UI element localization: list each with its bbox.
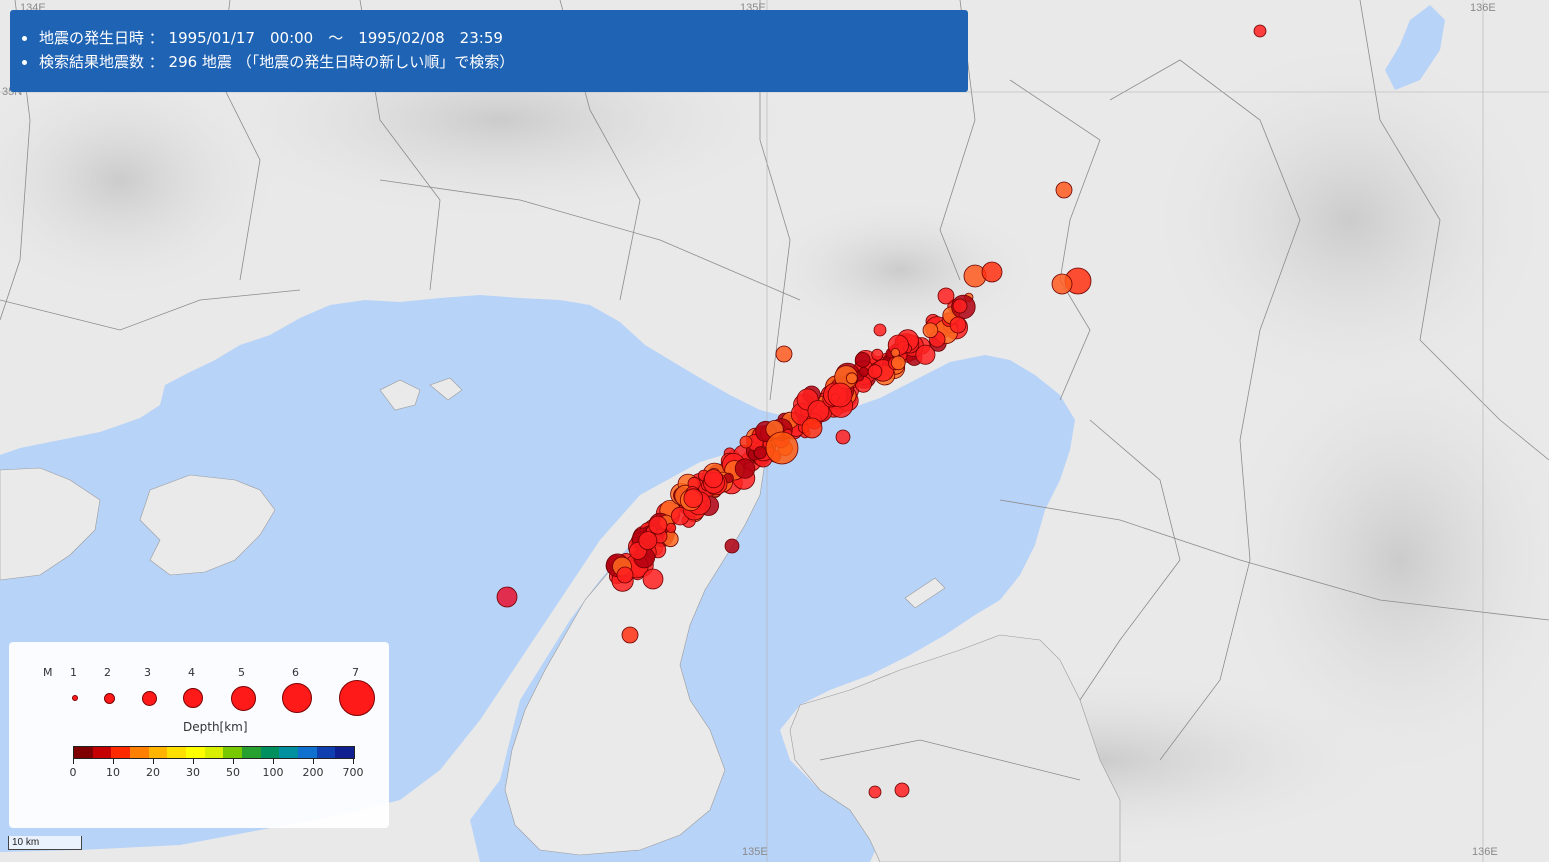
depth-tick-label-700: 700 — [342, 766, 364, 779]
magnitude-circle-5 — [230, 685, 256, 711]
bullet-icon — [22, 35, 27, 41]
earthquake-marker[interactable] — [890, 355, 906, 371]
depth-tick-label-50: 50 — [226, 766, 240, 779]
depth-tick — [113, 759, 114, 764]
earthquake-marker[interactable] — [621, 626, 639, 644]
earthquake-marker[interactable] — [704, 469, 724, 489]
earthquake-marker[interactable] — [765, 431, 799, 465]
earthquake-marker[interactable] — [739, 435, 753, 449]
earthquake-marker[interactable] — [871, 348, 884, 361]
depth-tick — [273, 759, 274, 764]
magnitude-value-6: 6 — [292, 666, 299, 679]
earthquake-marker[interactable] — [981, 261, 1003, 283]
earthquake-marker[interactable] — [638, 531, 658, 550]
depth-color-swatch — [74, 747, 93, 758]
earthquake-marker[interactable] — [775, 345, 793, 363]
depth-color-swatch — [204, 747, 224, 758]
date-range-row: 地震の発生日時 ： 1995/01/17 00:00 ～ 1995/02/08 … — [22, 26, 968, 50]
depth-color-swatch — [111, 747, 131, 758]
depth-color-bar — [73, 746, 355, 759]
earthquake-marker[interactable] — [937, 287, 955, 305]
earthquake-marker[interactable] — [642, 568, 664, 590]
depth-tick-label-20: 20 — [146, 766, 160, 779]
depth-tick — [313, 759, 314, 764]
earthquake-marker[interactable] — [867, 364, 883, 379]
magnitude-circle-7 — [339, 680, 375, 716]
magnitude-value-1: 1 — [70, 666, 77, 679]
depth-color-swatch — [279, 747, 299, 758]
date-range-text: 地震の発生日時 ： 1995/01/17 00:00 ～ 1995/02/08 … — [39, 29, 503, 47]
earthquake-marker[interactable] — [801, 417, 823, 439]
earthquake-marker[interactable] — [496, 586, 518, 608]
depth-tick-label-100: 100 — [262, 766, 284, 779]
depth-color-swatch — [242, 747, 261, 758]
depth-color-swatch — [335, 747, 355, 758]
earthquake-marker[interactable] — [858, 366, 869, 377]
earthquake-marker[interactable] — [724, 538, 740, 554]
earthquake-marker[interactable] — [854, 351, 871, 368]
map-legend: M 1 2 3 4 5 6 7 Depth[km] 0 10 20 30 50 100 200 700 — [9, 642, 389, 828]
depth-tick — [193, 759, 194, 764]
depth-tick-label-0: 0 — [69, 766, 77, 779]
depth-color-swatch — [223, 747, 243, 758]
earthquake-marker[interactable] — [868, 785, 882, 799]
depth-tick-label-10: 10 — [106, 766, 120, 779]
earthquake-marker[interactable] — [648, 515, 668, 535]
scale-bar: 10 km — [8, 836, 82, 850]
depth-color-swatch — [260, 747, 280, 758]
earthquake-marker[interactable] — [1051, 273, 1073, 295]
earthquake-marker[interactable] — [753, 446, 767, 460]
magnitude-circle-6 — [282, 683, 312, 713]
lon-label-135e-bottom: 135E — [742, 846, 768, 858]
lon-label-136e-bottom: 136E — [1472, 846, 1498, 858]
magnitude-label: M — [43, 666, 53, 679]
magnitude-value-7: 7 — [352, 666, 359, 679]
magnitude-circle-2 — [103, 692, 115, 704]
depth-color-swatch — [298, 747, 317, 758]
magnitude-circle-1 — [72, 695, 78, 701]
depth-color-swatch — [148, 747, 168, 758]
earthquake-marker[interactable] — [922, 322, 939, 339]
earthquake-marker[interactable] — [1253, 24, 1267, 38]
earthquake-marker[interactable] — [873, 323, 887, 337]
magnitude-circle-4 — [183, 688, 203, 708]
depth-tick — [153, 759, 154, 764]
depth-tick-label-200: 200 — [302, 766, 324, 779]
earthquake-marker[interactable] — [952, 298, 968, 314]
magnitude-circle-3 — [141, 690, 157, 706]
earthquake-marker[interactable] — [835, 429, 851, 445]
depth-color-swatch — [92, 747, 112, 758]
earthquake-marker[interactable] — [616, 566, 634, 584]
magnitude-value-2: 2 — [104, 666, 111, 679]
earthquake-marker[interactable] — [894, 782, 910, 798]
depth-color-swatch — [186, 747, 205, 758]
depth-tick — [353, 759, 354, 764]
depth-color-swatch — [316, 747, 336, 758]
lon-label-136e-top: 136E — [1470, 2, 1496, 14]
magnitude-value-4: 4 — [188, 666, 195, 679]
earthquake-marker[interactable] — [827, 382, 853, 408]
depth-tick-label-30: 30 — [186, 766, 200, 779]
depth-color-swatch — [167, 747, 187, 758]
earthquake-marker[interactable] — [949, 316, 967, 334]
magnitude-value-5: 5 — [238, 666, 245, 679]
earthquake-marker[interactable] — [665, 522, 677, 534]
earthquake-marker[interactable] — [845, 372, 858, 385]
bullet-icon — [22, 59, 27, 65]
earthquake-marker[interactable] — [734, 458, 756, 479]
earthquake-marker[interactable] — [683, 488, 704, 509]
depth-title: Depth[km] — [183, 720, 248, 734]
magnitude-value-3: 3 — [144, 666, 151, 679]
depth-tick — [73, 759, 74, 764]
depth-color-swatch — [130, 747, 149, 758]
result-count-row: 検索結果地震数 ： 296 地震 （「地震の発生日時の新しい順」で検索） — [22, 50, 968, 74]
search-info-banner: 地震の発生日時 ： 1995/01/17 00:00 ～ 1995/02/08 … — [10, 10, 968, 92]
result-count-text: 検索結果地震数 ： 296 地震 （「地震の発生日時の新しい順」で検索） — [39, 53, 515, 71]
depth-tick — [233, 759, 234, 764]
earthquake-marker[interactable] — [1055, 181, 1073, 199]
